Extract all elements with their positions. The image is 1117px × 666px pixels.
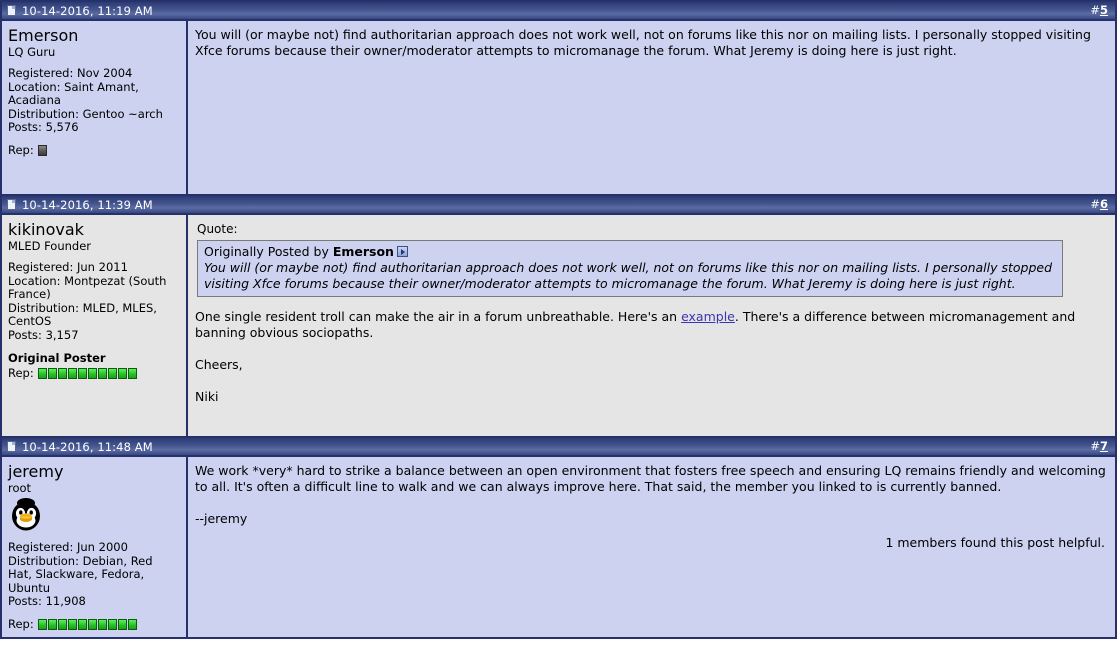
user-distribution: Distribution: Gentoo ~arch — [8, 106, 163, 121]
post-number-link[interactable]: #6 — [1090, 197, 1108, 211]
message-paragraph: We work *very* hard to strike a balance … — [195, 463, 1106, 494]
user-distribution: Distribution: Debian, Red Hat, Slackware… — [8, 553, 153, 595]
rep-square — [77, 618, 87, 630]
rep-square — [117, 368, 127, 380]
post-user-info: kikinovak MLED Founder Registered: Jun 2… — [2, 215, 188, 436]
user-distribution: Distribution: MLED, MLES, CentOS — [8, 300, 157, 328]
post-document-icon — [7, 5, 16, 16]
avatar — [8, 497, 180, 533]
user-location: Location: Montpezat (South France) — [8, 273, 167, 301]
rep-blocks — [37, 368, 138, 380]
user-post-count: Posts: 5,576 — [8, 120, 79, 134]
rep-square — [97, 618, 107, 630]
post-user-info: jeremy root Registered: Jun 2000 Distrib… — [2, 457, 188, 637]
thread-posts-list: 10-14-2016, 11:19 AM #5 Emerson LQ Guru … — [0, 0, 1117, 639]
message-paragraph: Cheers, — [195, 357, 243, 372]
user-registered: Registered: Jun 2000 — [8, 540, 128, 554]
user-registered: Registered: Jun 2011 — [8, 260, 128, 274]
rep-square — [47, 618, 57, 630]
user-stats: Registered: Nov 2004 Location: Saint Ama… — [8, 66, 180, 135]
helpful-count: 1 members found this post helpful. — [885, 535, 1105, 550]
user-registered: Registered: Nov 2004 — [8, 66, 133, 80]
user-title: LQ Guru — [8, 45, 56, 59]
example-link[interactable]: example — [681, 309, 735, 324]
original-poster-label: Original Poster — [8, 351, 106, 365]
post-header: 10-14-2016, 11:39 AM #6 — [2, 196, 1115, 215]
username[interactable]: Emerson — [8, 26, 180, 45]
user-post-count: Posts: 3,157 — [8, 327, 79, 342]
user-reputation: Rep: — [8, 142, 180, 158]
user-stats: Registered: Jun 2011 Location: Montpezat… — [8, 260, 180, 342]
rep-square — [37, 618, 47, 630]
post-header: 10-14-2016, 11:19 AM #5 — [2, 2, 1115, 21]
rep-label: Rep: — [8, 142, 34, 157]
post-document-icon — [7, 199, 16, 210]
username[interactable]: jeremy — [8, 462, 180, 481]
rep-square — [37, 144, 47, 156]
post-header: 10-14-2016, 11:48 AM #7 — [2, 438, 1115, 457]
user-reputation: Rep: — [8, 366, 180, 381]
rep-square — [67, 368, 77, 380]
post-date: 10-14-2016, 11:48 AM — [22, 439, 153, 454]
user-post-count: Posts: 11,908 — [8, 594, 86, 608]
rep-square — [107, 618, 117, 630]
quote-attrib-author[interactable]: Emerson — [333, 244, 394, 259]
tux-penguin-avatar — [8, 497, 44, 533]
post-message: We work *very* hard to strike a balance … — [188, 457, 1115, 637]
quote-attribution: Originally Posted by Emerson — [204, 244, 1056, 260]
username[interactable]: kikinovak — [8, 220, 180, 239]
user-title: MLED Founder — [8, 239, 92, 253]
post-number-link[interactable]: #5 — [1090, 3, 1108, 17]
message-paragraph: One single resident troll can make the a… — [195, 309, 1107, 341]
post-date: 10-14-2016, 11:39 AM — [22, 197, 153, 212]
post-document-icon — [7, 441, 16, 452]
rep-square — [107, 368, 117, 380]
rep-square — [117, 618, 127, 630]
user-stats: Registered: Jun 2000 Distribution: Debia… — [8, 540, 180, 609]
rep-square — [127, 368, 137, 380]
post-body: kikinovak MLED Founder Registered: Jun 2… — [2, 215, 1115, 436]
rep-blocks — [37, 144, 48, 156]
post-message: You will (or maybe not) find authoritari… — [188, 21, 1115, 194]
paragraph-text-before: One single resident troll can make the a… — [195, 309, 682, 324]
user-location: Location: Saint Amant, Acadiana — [8, 79, 139, 107]
rep-label: Rep: — [8, 616, 34, 631]
rep-square — [87, 368, 97, 380]
user-reputation: Rep: — [8, 616, 180, 632]
rep-square — [57, 368, 67, 380]
rep-square — [87, 618, 97, 630]
rep-square — [37, 368, 47, 380]
post-message: Quote: Originally Posted by Emerson You … — [188, 215, 1115, 436]
post-body: jeremy root Registered: Jun 2000 Distrib… — [2, 457, 1115, 637]
quote-box: Originally Posted by Emerson You will (o… — [197, 240, 1063, 297]
rep-blocks — [37, 618, 138, 630]
post-container: 10-14-2016, 11:19 AM #5 Emerson LQ Guru … — [0, 0, 1117, 196]
post-body: Emerson LQ Guru Registered: Nov 2004 Loc… — [2, 21, 1115, 194]
rep-square — [97, 368, 107, 380]
goto-post-icon[interactable] — [396, 246, 408, 257]
user-title: root — [8, 481, 32, 495]
post-number-link[interactable]: #7 — [1090, 439, 1108, 453]
message-paragraph: --jeremy — [195, 511, 248, 526]
rep-square — [67, 618, 77, 630]
quote-text: You will (or maybe not) find authoritari… — [204, 260, 1053, 291]
post-user-info: Emerson LQ Guru Registered: Nov 2004 Loc… — [2, 21, 188, 194]
message-paragraph: You will (or maybe not) find authoritari… — [195, 27, 1091, 58]
rep-square — [77, 368, 87, 380]
rep-label: Rep: — [8, 366, 34, 380]
quote-attrib-prefix: Originally Posted by — [204, 244, 329, 259]
quote-label: Quote: — [197, 222, 238, 236]
rep-square — [47, 368, 57, 380]
post-container: 10-14-2016, 11:48 AM #7 jeremy root Regi… — [0, 438, 1117, 639]
rep-square — [127, 618, 137, 630]
post-container: 10-14-2016, 11:39 AM #6 kikinovak MLED F… — [0, 196, 1117, 438]
post-date: 10-14-2016, 11:19 AM — [22, 3, 153, 18]
message-paragraph: Niki — [195, 389, 219, 404]
rep-square — [57, 618, 67, 630]
